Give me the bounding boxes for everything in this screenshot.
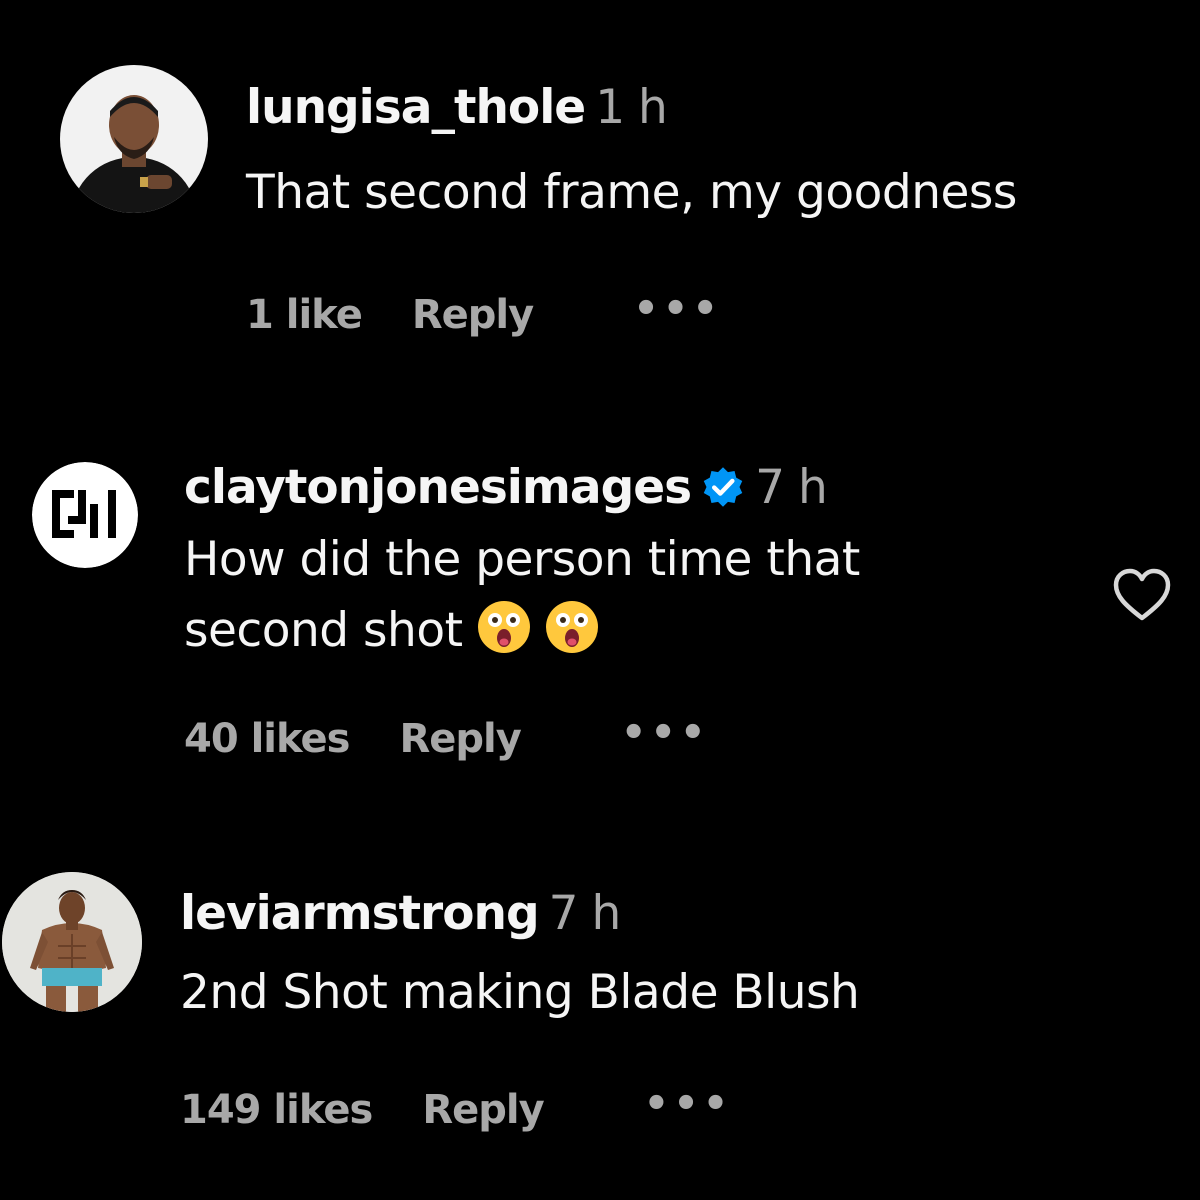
reply-button[interactable]: Reply (422, 1087, 544, 1133)
heart-outline-icon[interactable] (1111, 566, 1173, 624)
verified-badge-icon (703, 467, 743, 507)
reply-button[interactable]: Reply (412, 292, 534, 338)
more-options-button[interactable]: ••• (633, 284, 722, 334)
profile-photo-icon (2, 872, 142, 1012)
comment-text: 2nd Shot making Blade Blush (180, 965, 860, 1020)
comment-text: second shot (184, 603, 463, 658)
username[interactable]: lungisa_thole (246, 80, 586, 135)
timestamp: 1 h (595, 80, 668, 135)
timestamp: 7 h (548, 886, 622, 941)
like-count[interactable]: 1 like (246, 292, 363, 338)
astonished-face-emoji-icon (545, 601, 598, 653)
more-options-button[interactable]: ••• (644, 1079, 733, 1129)
comment-text: That second frame, my goodness (246, 165, 1017, 220)
like-count[interactable]: 40 likes (184, 716, 350, 762)
profile-photo-icon (60, 65, 208, 213)
username[interactable]: leviarmstrong (180, 886, 540, 941)
avatar[interactable] (2, 872, 142, 1012)
astonished-face-emoji-icon (477, 601, 530, 653)
avatar[interactable] (32, 462, 138, 568)
more-options-button[interactable]: ••• (621, 708, 710, 758)
avatar[interactable] (60, 65, 208, 213)
comment-text-line-2: second shot (184, 596, 599, 666)
comment-text: How did the person time that (184, 532, 860, 587)
reply-button[interactable]: Reply (399, 716, 521, 762)
like-count[interactable]: 149 likes (180, 1087, 373, 1133)
cji-logo-icon (32, 462, 138, 568)
timestamp: 7 h (755, 460, 828, 515)
username[interactable]: claytonjonesimages (184, 460, 692, 515)
